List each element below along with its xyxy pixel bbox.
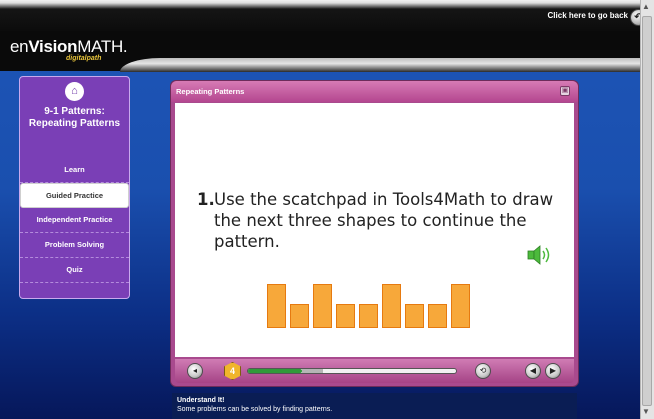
envision-math-logo: enVisionMATH. — [10, 37, 128, 56]
header-sweep-decoration — [120, 58, 640, 72]
question-number: 1. — [197, 190, 215, 209]
pattern-shape-short — [336, 304, 355, 328]
scroll-down-arrow-icon[interactable]: ▼ — [642, 407, 650, 416]
hint-title: Understand It! — [177, 397, 225, 404]
audio-button[interactable]: ◂ — [187, 363, 203, 379]
logo-subtitle: digitalpath — [66, 55, 102, 62]
lesson-window: Repeating Patterns ▣ 1. Use the scatchpa… — [170, 80, 579, 387]
scroll-up-arrow-icon[interactable]: ▲ — [642, 2, 650, 11]
pattern-shape-tall — [451, 284, 470, 328]
pattern-shape-tall — [267, 284, 286, 328]
menu-item-independent-practice[interactable]: Independent Practice — [20, 208, 129, 233]
menu-item-quiz[interactable]: Quiz — [20, 258, 129, 283]
menu-item-learn[interactable]: Learn — [20, 158, 129, 183]
window-toggle-icon[interactable]: ▣ — [560, 86, 570, 96]
previous-button[interactable]: ◀ — [525, 363, 541, 379]
pattern-shape-short — [290, 304, 309, 328]
menu-item-problem-solving[interactable]: Problem Solving — [20, 233, 129, 258]
hint-strip: Understand It! Some problems can be solv… — [172, 393, 577, 419]
question-text: Use the scatchpad in Tools4Math to draw … — [214, 190, 554, 251]
progress-bar[interactable] — [247, 368, 457, 374]
window-title: Repeating Patterns — [176, 87, 245, 96]
lesson-title: 9-1 Patterns: Repeating Patterns — [28, 106, 121, 129]
window-header: Repeating Patterns ▣ — [171, 81, 578, 102]
question: 1. Use the scatchpad in Tools4Math to dr… — [197, 189, 567, 252]
hint-text: Some problems can be solved by finding p… — [177, 406, 333, 413]
go-back-link[interactable]: Click here to go back — [548, 11, 628, 20]
speaker-icon[interactable] — [527, 245, 551, 265]
progress-fill — [248, 369, 303, 373]
menu-item-guided-practice[interactable]: Guided Practice — [20, 183, 129, 208]
pattern-shape-short — [428, 304, 447, 328]
lesson-menu: Learn Guided Practice Independent Practi… — [20, 158, 129, 283]
pattern-shape-tall — [313, 284, 332, 328]
app-stage: Click here to go back ↶ enVisionMATH. di… — [0, 0, 654, 419]
progress-buffer — [302, 369, 323, 373]
pattern-shape-short — [359, 304, 378, 328]
pattern-shapes — [267, 268, 477, 328]
pattern-shape-short — [405, 304, 424, 328]
lesson-home-icon[interactable]: ⌂ — [65, 82, 84, 101]
lesson-sidebar: ⌂ 9-1 Patterns: Repeating Patterns Learn… — [19, 76, 130, 299]
player-controls: ◂ 4 ⟲ ◀ ▶ — [175, 359, 574, 383]
top-bar — [0, 0, 640, 31]
step-badge: 4 — [224, 362, 241, 380]
next-button[interactable]: ▶ — [545, 363, 561, 379]
replay-button[interactable]: ⟲ — [475, 363, 491, 379]
scroll-thumb[interactable] — [642, 16, 652, 406]
pattern-shape-tall — [382, 284, 401, 328]
question-area: 1. Use the scatchpad in Tools4Math to dr… — [175, 103, 574, 357]
